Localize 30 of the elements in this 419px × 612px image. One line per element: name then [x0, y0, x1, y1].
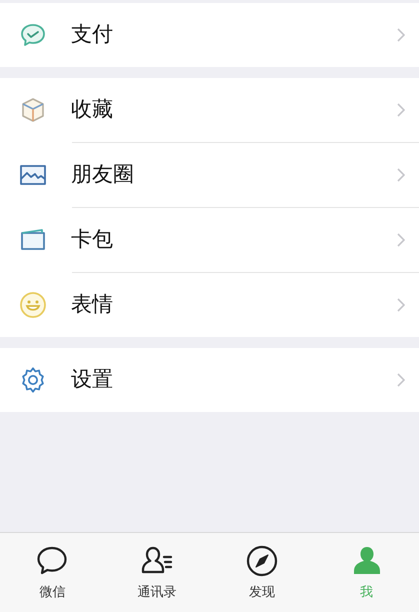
- chat-check-icon: [19, 21, 47, 49]
- compass-icon: [244, 544, 279, 578]
- smiley-icon: [19, 291, 47, 319]
- cube-icon: [19, 96, 47, 124]
- menu-item[interactable]: 设置: [0, 348, 419, 412]
- menu-item-label: 设置: [71, 367, 114, 394]
- menu-item-label: 朋友圈: [71, 162, 135, 188]
- menu-item-label: 表情: [71, 292, 114, 318]
- tab-label: 通讯录: [138, 583, 177, 601]
- chevron-icon: [397, 298, 405, 312]
- menu-item[interactable]: 朋友圈: [0, 143, 419, 207]
- tab-label: 我: [360, 583, 374, 601]
- menu-item[interactable]: 支付: [0, 3, 419, 67]
- chevron-icon: [397, 168, 405, 182]
- settings-icon: [19, 366, 47, 394]
- tab[interactable]: 微信: [0, 533, 105, 612]
- tab[interactable]: 发现: [210, 533, 314, 612]
- chevron-icon: [397, 28, 405, 42]
- menu-item-label: 卡包: [71, 227, 114, 254]
- menu-item-label: 支付: [71, 22, 114, 48]
- chevron-icon: [397, 373, 405, 387]
- menu-item[interactable]: 收藏: [0, 78, 419, 142]
- tab-label: 发现: [248, 583, 275, 601]
- menu-item[interactable]: 卡包: [0, 208, 419, 272]
- menu-item[interactable]: 表情: [0, 273, 419, 337]
- tab[interactable]: 通讯录: [104, 533, 210, 612]
- chevron-icon: [397, 103, 405, 117]
- chevron-icon: [397, 233, 405, 247]
- menu-item-label: 收藏: [71, 97, 114, 124]
- tab-label: 微信: [39, 583, 66, 601]
